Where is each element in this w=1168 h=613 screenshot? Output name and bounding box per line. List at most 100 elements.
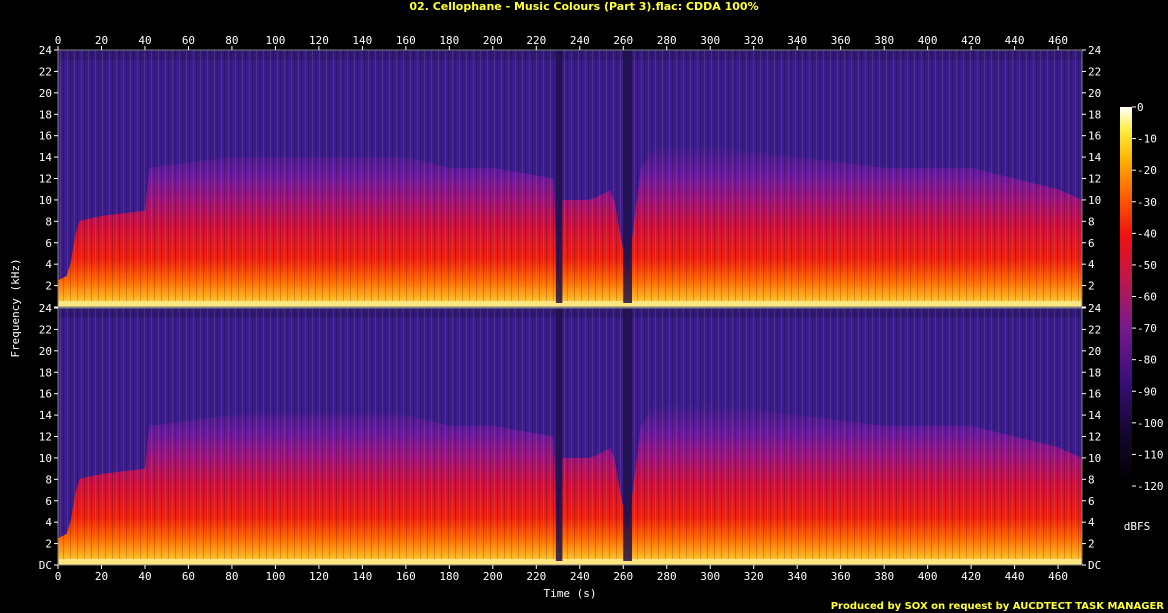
xtick-label-bottom-320: 320 bbox=[744, 570, 764, 583]
colorbar-tick-label--40: -40 bbox=[1137, 227, 1157, 240]
channel-2-gap-2 bbox=[623, 308, 632, 561]
channel-2-ytick-label-right-6: 6 bbox=[1088, 495, 1095, 508]
channel-2-ytick-label-right-16: 16 bbox=[1088, 388, 1101, 401]
channel-1-ytick-label-left-6: 6 bbox=[45, 237, 52, 250]
channel-2-ytick-label-right-8: 8 bbox=[1088, 473, 1095, 486]
colorbar-tick-label--90: -90 bbox=[1137, 385, 1157, 398]
xtick-label-bottom-420: 420 bbox=[961, 570, 981, 583]
xtick-label-bottom-400: 400 bbox=[918, 570, 938, 583]
channel-1-ytick-label-left-16: 16 bbox=[39, 130, 52, 143]
channel-1-ytick-label-right-12: 12 bbox=[1088, 173, 1101, 186]
channel-2-ytick-label-left-2: 2 bbox=[45, 538, 52, 551]
colorbar-tick-label--30: -30 bbox=[1137, 196, 1157, 209]
channel-2-ytick-label-right-12: 12 bbox=[1088, 431, 1101, 444]
credit-text: Produced by SOX on request by AUCDTECT T… bbox=[831, 601, 1165, 612]
channel-2-ytick-label-right-DC: DC bbox=[1088, 559, 1101, 572]
channel-1-gap-1 bbox=[555, 50, 563, 303]
channel-1-ytick-label-right-8: 8 bbox=[1088, 215, 1095, 228]
colorbar-tick-label--50: -50 bbox=[1137, 259, 1157, 272]
xtick-label-bottom-220: 220 bbox=[526, 570, 546, 583]
channel-2-texture bbox=[58, 308, 1082, 565]
channel-2-ytick-label-left-16: 16 bbox=[39, 388, 52, 401]
xtick-label-top-440: 440 bbox=[1005, 34, 1025, 47]
channel-2-ytick-label-right-14: 14 bbox=[1088, 409, 1102, 422]
colorbar-tick-label--80: -80 bbox=[1137, 354, 1157, 367]
xtick-label-bottom-180: 180 bbox=[439, 570, 459, 583]
xtick-label-bottom-260: 260 bbox=[613, 570, 633, 583]
xtick-label-top-220: 220 bbox=[526, 34, 546, 47]
channel-2-ytick-label-left-20: 20 bbox=[39, 345, 52, 358]
channel-1-dc-floor bbox=[58, 301, 1082, 307]
xtick-label-bottom-380: 380 bbox=[874, 570, 894, 583]
xtick-label-top-100: 100 bbox=[265, 34, 285, 47]
channel-2-ytick-label-right-22: 22 bbox=[1088, 323, 1101, 336]
xtick-label-bottom-280: 280 bbox=[657, 570, 677, 583]
colorbar-tick-label--120: -120 bbox=[1137, 480, 1164, 493]
channel-1-ytick-label-left-24: 24 bbox=[39, 44, 53, 57]
channel-2-ytick-label-left-4: 4 bbox=[45, 516, 52, 529]
channel-2-ytick-label-right-10: 10 bbox=[1088, 452, 1101, 465]
colorbar-tick-label--100: -100 bbox=[1137, 417, 1164, 430]
colorbar-tick-label--20: -20 bbox=[1137, 164, 1157, 177]
xtick-label-top-160: 160 bbox=[396, 34, 416, 47]
xtick-label-top-320: 320 bbox=[744, 34, 764, 47]
xtick-label-top-420: 420 bbox=[961, 34, 981, 47]
channel-1-ytick-label-left-14: 14 bbox=[39, 151, 53, 164]
xtick-label-top-380: 380 bbox=[874, 34, 894, 47]
channel-2-dc-floor bbox=[58, 559, 1082, 565]
xtick-label-bottom-20: 20 bbox=[95, 570, 108, 583]
colorbar: 0 -10 -20 -30 -40 -50 -60 -70 -80 -90 -100 -110 -120 bbox=[1120, 101, 1164, 493]
channel-2-ytick-label-right-4: 4 bbox=[1088, 516, 1095, 529]
channel-2-ytick-label-left-12: 12 bbox=[39, 431, 52, 444]
channel-1-ytick-label-left-10: 10 bbox=[39, 194, 52, 207]
y-axis-label: Frequency (kHz) bbox=[9, 258, 22, 357]
xtick-label-top-200: 200 bbox=[483, 34, 503, 47]
channel-2-ytick-label-left-DC: DC bbox=[39, 559, 52, 572]
channel-1-texture bbox=[58, 50, 1082, 307]
spectrogram-plots bbox=[57, 49, 1083, 566]
colorbar-tick-label--110: -110 bbox=[1137, 448, 1164, 461]
channel-2-ytick-label-right-24: 24 bbox=[1088, 302, 1102, 315]
xtick-label-top-80: 80 bbox=[225, 34, 238, 47]
xtick-label-bottom-200: 200 bbox=[483, 570, 503, 583]
x-axis-label: Time (s) bbox=[544, 587, 597, 600]
channel-2-ytick-label-left-22: 22 bbox=[39, 323, 52, 336]
channel-1-ytick-label-right-24: 24 bbox=[1088, 44, 1102, 57]
channel-1-ytick-label-right-16: 16 bbox=[1088, 130, 1101, 143]
xtick-label-bottom-460: 460 bbox=[1048, 570, 1068, 583]
xtick-label-top-300: 300 bbox=[700, 34, 720, 47]
channel-1-ytick-label-right-18: 18 bbox=[1088, 108, 1101, 121]
xtick-label-top-40: 40 bbox=[138, 34, 151, 47]
channel-2-ytick-label-right-2: 2 bbox=[1088, 538, 1095, 551]
channel-1-ytick-label-right-14: 14 bbox=[1088, 151, 1102, 164]
channel-1-ytick-label-right-4: 4 bbox=[1088, 258, 1095, 271]
xtick-label-bottom-120: 120 bbox=[309, 570, 329, 583]
colorbar-label: dBFS bbox=[1124, 520, 1151, 533]
channel-1-ytick-label-left-22: 22 bbox=[39, 65, 52, 78]
xtick-label-bottom-100: 100 bbox=[265, 570, 285, 583]
spectrogram-chart: 02. Cellophane - Music Colours (Part 3).… bbox=[9, 0, 1165, 612]
colorbar-tick-label--10: -10 bbox=[1137, 133, 1157, 146]
channel-1-gap-2 bbox=[623, 50, 632, 303]
xtick-label-top-20: 20 bbox=[95, 34, 108, 47]
channel-1-ytick-label-left-2: 2 bbox=[45, 280, 52, 293]
xtick-label-bottom-60: 60 bbox=[182, 570, 195, 583]
xtick-label-top-340: 340 bbox=[787, 34, 807, 47]
colorbar-gradient bbox=[1120, 107, 1132, 486]
xtick-label-top-460: 460 bbox=[1048, 34, 1068, 47]
xtick-label-top-260: 260 bbox=[613, 34, 633, 47]
xtick-label-bottom-300: 300 bbox=[700, 570, 720, 583]
xtick-label-bottom-160: 160 bbox=[396, 570, 416, 583]
channel-1-ytick-label-right-10: 10 bbox=[1088, 194, 1101, 207]
channel-2-gap-1 bbox=[555, 308, 563, 561]
xtick-label-bottom-80: 80 bbox=[225, 570, 238, 583]
channel-1-ytick-label-left-8: 8 bbox=[45, 215, 52, 228]
channel-1-ytick-label-left-20: 20 bbox=[39, 87, 52, 100]
xtick-label-top-180: 180 bbox=[439, 34, 459, 47]
xtick-label-top-360: 360 bbox=[831, 34, 851, 47]
xtick-label-bottom-0: 0 bbox=[55, 570, 62, 583]
channel-2-ytick-label-right-20: 20 bbox=[1088, 345, 1101, 358]
xtick-label-top-280: 280 bbox=[657, 34, 677, 47]
xtick-label-top-120: 120 bbox=[309, 34, 329, 47]
xtick-label-bottom-140: 140 bbox=[352, 570, 372, 583]
